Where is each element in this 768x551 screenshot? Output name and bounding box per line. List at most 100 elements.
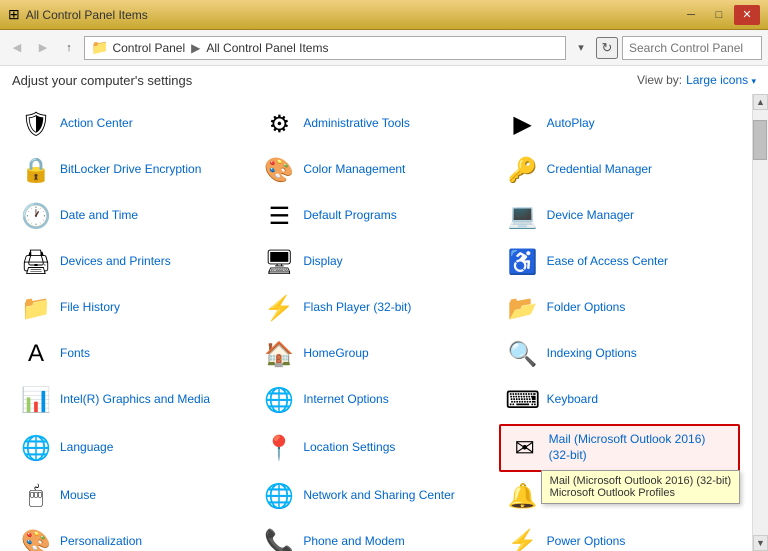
label-file-history: File History xyxy=(60,300,120,316)
address-field[interactable]: 📁 Control Panel ▶ All Control Panel Item… xyxy=(84,36,566,60)
icon-default-progs: ☰ xyxy=(263,200,295,232)
breadcrumb-all-items[interactable]: All Control Panel Items xyxy=(206,41,328,55)
search-box[interactable]: 🔍 xyxy=(622,36,762,60)
icon-flash: ⚡ xyxy=(263,292,295,324)
icon-network: 🌐 xyxy=(263,480,295,512)
close-button[interactable]: ✕ xyxy=(734,5,760,25)
icon-device-mgr: 💻 xyxy=(507,200,539,232)
adjust-label: Adjust your computer's settings xyxy=(12,73,192,88)
item-personalization[interactable]: 🎨 Personalization xyxy=(12,520,253,551)
icon-ease-access: ♿ xyxy=(507,246,539,278)
icon-power: ⚡ xyxy=(507,526,539,551)
viewby-label: View by: xyxy=(637,73,682,87)
scroll-up-button[interactable]: ▲ xyxy=(753,94,768,110)
dropdown-button[interactable]: ▾ xyxy=(570,37,592,59)
tooltip-popup: Mail (Microsoft Outlook 2016) (32-bit) M… xyxy=(541,470,741,504)
item-location[interactable]: 📍 Location Settings xyxy=(255,424,496,472)
icon-credential: 🔑 xyxy=(507,154,539,186)
item-keyboard[interactable]: ⌨ Keyboard xyxy=(499,378,740,422)
breadcrumb-control-panel[interactable]: Control Panel xyxy=(112,41,185,55)
label-datetime: Date and Time xyxy=(60,208,138,224)
item-indexing[interactable]: 🔍 Indexing Options xyxy=(499,332,740,376)
icon-file-history: 📁 xyxy=(20,292,52,324)
item-language[interactable]: 🌐 Language xyxy=(12,424,253,472)
viewby-dropdown[interactable]: Large icons ▾ xyxy=(686,73,756,87)
item-action-center[interactable]: 🛡 Action Center xyxy=(12,102,253,146)
maximize-button[interactable]: □ xyxy=(706,5,732,25)
icon-indexing: 🔍 xyxy=(507,338,539,370)
icon-devices-printers: 🖨 xyxy=(20,246,52,278)
search-input[interactable] xyxy=(623,39,768,57)
item-network[interactable]: 🌐 Network and Sharing Center xyxy=(255,474,496,518)
tooltip-line2: Microsoft Outlook Profiles xyxy=(550,487,732,499)
icon-internet-options: 🌐 xyxy=(263,384,295,416)
item-color-mgmt[interactable]: 🎨 Color Management xyxy=(255,148,496,192)
scroll-track[interactable] xyxy=(753,110,768,535)
icon-admin-tools: ⚙ xyxy=(263,108,295,140)
icon-notification: 🔔 xyxy=(507,480,539,512)
item-intel-graphics[interactable]: 📊 Intel(R) Graphics and Media xyxy=(12,378,253,422)
window-controls: ─ □ ✕ xyxy=(678,5,760,25)
item-datetime[interactable]: 🕐 Date and Time xyxy=(12,194,253,238)
label-network: Network and Sharing Center xyxy=(303,488,454,504)
icon-folder-options: 📂 xyxy=(507,292,539,324)
label-intel-graphics: Intel(R) Graphics and Media xyxy=(60,392,210,408)
item-file-history[interactable]: 📁 File History xyxy=(12,286,253,330)
label-action-center: Action Center xyxy=(60,116,133,132)
up-button[interactable]: ↑ xyxy=(58,37,80,59)
item-phone-modem[interactable]: 📞 Phone and Modem xyxy=(255,520,496,551)
label-display: Display xyxy=(303,254,342,270)
back-button[interactable]: ◀ xyxy=(6,37,28,59)
items-area: 🛡 Action Center ⚙ Administrative Tools ▶… xyxy=(0,94,752,551)
scroll-thumb[interactable] xyxy=(753,120,767,160)
item-default-progs[interactable]: ☰ Default Programs xyxy=(255,194,496,238)
scrollbar[interactable]: ▲ ▼ xyxy=(752,94,768,551)
minimize-button[interactable]: ─ xyxy=(678,5,704,25)
label-autoplay: AutoPlay xyxy=(547,116,595,132)
label-credential: Credential Manager xyxy=(547,162,652,178)
forward-button[interactable]: ▶ xyxy=(32,37,54,59)
label-homegroup: HomeGroup xyxy=(303,346,368,362)
label-language: Language xyxy=(60,440,113,456)
top-bar: Adjust your computer's settings View by:… xyxy=(0,66,768,94)
item-ease-access[interactable]: ♿ Ease of Access Center xyxy=(499,240,740,284)
label-location: Location Settings xyxy=(303,440,395,456)
title-bar: ⊞ All Control Panel Items ─ □ ✕ xyxy=(0,0,768,30)
icon-datetime: 🕐 xyxy=(20,200,52,232)
item-mail[interactable]: ✉ Mail (Microsoft Outlook 2016) (32-bit)… xyxy=(499,424,740,472)
item-mouse[interactable]: 🖱 Mouse xyxy=(12,474,253,518)
item-display[interactable]: 🖥 Display xyxy=(255,240,496,284)
main-content: 🛡 Action Center ⚙ Administrative Tools ▶… xyxy=(0,94,768,551)
item-power[interactable]: ⚡ Power Options xyxy=(499,520,740,551)
item-credential[interactable]: 🔑 Credential Manager xyxy=(499,148,740,192)
item-autoplay[interactable]: ▶ AutoPlay xyxy=(499,102,740,146)
scroll-down-button[interactable]: ▼ xyxy=(753,535,768,551)
item-device-mgr[interactable]: 💻 Device Manager xyxy=(499,194,740,238)
item-flash[interactable]: ⚡ Flash Player (32-bit) xyxy=(255,286,496,330)
icon-autoplay: ▶ xyxy=(507,108,539,140)
label-color-mgmt: Color Management xyxy=(303,162,405,178)
icon-homegroup: 🏠 xyxy=(263,338,295,370)
item-internet-options[interactable]: 🌐 Internet Options xyxy=(255,378,496,422)
icon-color-mgmt: 🎨 xyxy=(263,154,295,186)
icon-phone-modem: 📞 xyxy=(263,526,295,551)
icon-language: 🌐 xyxy=(20,432,52,464)
icon-intel-graphics: 📊 xyxy=(20,384,52,416)
item-homegroup[interactable]: 🏠 HomeGroup xyxy=(255,332,496,376)
item-admin-tools[interactable]: ⚙ Administrative Tools xyxy=(255,102,496,146)
refresh-button[interactable]: ↻ xyxy=(596,37,618,59)
label-power: Power Options xyxy=(547,534,626,550)
icon-mouse: 🖱 xyxy=(20,480,52,512)
tooltip-line1: Mail (Microsoft Outlook 2016) (32-bit) xyxy=(550,475,732,487)
item-bitlocker[interactable]: 🔒 BitLocker Drive Encryption xyxy=(12,148,253,192)
item-folder-options[interactable]: 📂 Folder Options xyxy=(499,286,740,330)
item-devices-printers[interactable]: 🖨 Devices and Printers xyxy=(12,240,253,284)
icon-keyboard: ⌨ xyxy=(507,384,539,416)
label-phone-modem: Phone and Modem xyxy=(303,534,404,550)
item-fonts[interactable]: A Fonts xyxy=(12,332,253,376)
icon-bitlocker: 🔒 xyxy=(20,154,52,186)
viewby-chevron: ▾ xyxy=(751,76,756,86)
title-bar-left: ⊞ All Control Panel Items xyxy=(8,6,148,23)
icon-fonts: A xyxy=(20,338,52,370)
window-title: All Control Panel Items xyxy=(26,8,148,22)
